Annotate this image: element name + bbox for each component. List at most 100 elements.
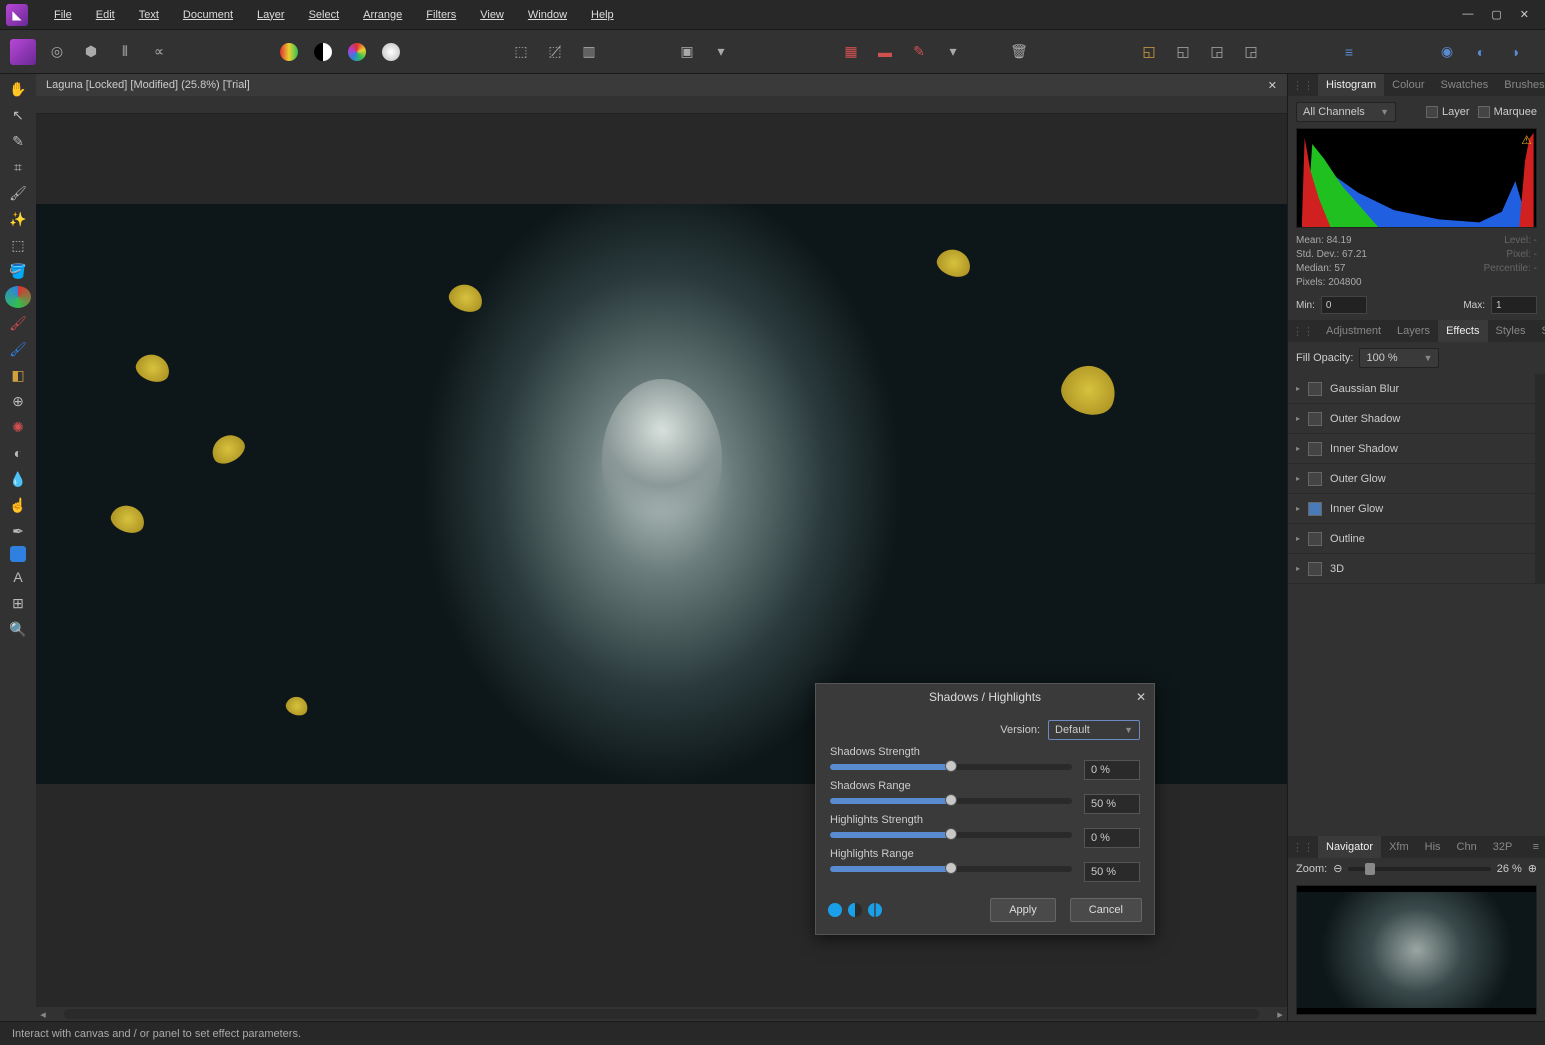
effects-scrollbar[interactable] xyxy=(1535,374,1545,584)
cancel-button[interactable]: Cancel xyxy=(1070,898,1142,922)
erase-tool-icon[interactable]: ◧ xyxy=(5,364,31,386)
flood-select-tool-icon[interactable]: ✨ xyxy=(5,208,31,230)
auto-levels-icon[interactable] xyxy=(276,39,302,65)
dialog-close-icon[interactable]: ✕ xyxy=(1136,690,1146,704)
paint-brush-tool-icon[interactable]: 🖌 xyxy=(5,312,31,334)
menu-file[interactable]: File xyxy=(42,0,84,30)
quick-mask-icon[interactable]: ▣ xyxy=(674,39,700,65)
tab-xfm[interactable]: Xfm xyxy=(1381,836,1417,858)
scroll-left-icon[interactable]: ◂ xyxy=(36,1008,50,1021)
zoom-tool-icon[interactable]: 🔍 xyxy=(5,618,31,640)
gradient-tool-icon[interactable] xyxy=(5,286,31,308)
arrange-back-one-icon[interactable]: ◱ xyxy=(1170,39,1196,65)
effect-inner-glow[interactable]: ▸Inner Glow xyxy=(1288,494,1535,524)
zoom-slider[interactable] xyxy=(1348,867,1490,871)
blur-tool-icon[interactable]: 💧 xyxy=(5,468,31,490)
text-tool-icon[interactable]: A xyxy=(5,566,31,588)
tab-effects[interactable]: Effects xyxy=(1438,320,1487,342)
alignment-icon[interactable]: ≡ xyxy=(1336,39,1362,65)
tab-navigator[interactable]: Navigator xyxy=(1318,836,1381,858)
mesh-warp-tool-icon[interactable]: ⊞ xyxy=(5,592,31,614)
selection-refine-icon[interactable]: ▥ xyxy=(576,39,602,65)
effect-gaussian-blur[interactable]: ▸Gaussian Blur xyxy=(1288,374,1535,404)
boolean-add-icon[interactable]: ◉ xyxy=(1434,39,1460,65)
histogram-min-input[interactable] xyxy=(1321,296,1367,314)
document-tab-close-icon[interactable]: ✕ xyxy=(1268,79,1277,92)
effect-outer-glow[interactable]: ▸Outer Glow xyxy=(1288,464,1535,494)
effect-inner-shadow[interactable]: ▸Inner Shadow xyxy=(1288,434,1535,464)
effect-outer-shadow[interactable]: ▸Outer Shadow xyxy=(1288,404,1535,434)
auto-contrast-icon[interactable] xyxy=(310,39,336,65)
histogram-marquee-toggle[interactable]: Marquee xyxy=(1478,106,1537,118)
tab-adjustment[interactable]: Adjustment xyxy=(1318,320,1389,342)
assistant-icon[interactable]: 🗑 xyxy=(1006,39,1032,65)
version-select[interactable]: Default▼ xyxy=(1048,720,1140,740)
menu-text[interactable]: Text xyxy=(127,0,171,30)
selection-invert-icon[interactable]: ⬚̸ xyxy=(542,39,568,65)
apply-button[interactable]: Apply xyxy=(990,898,1056,922)
dodge-tool-icon[interactable]: ◐ xyxy=(5,442,31,464)
effect-3d[interactable]: ▸3D xyxy=(1288,554,1535,584)
clone-tool-icon[interactable]: ⊕ xyxy=(5,390,31,412)
paint-mixer-tool-icon[interactable]: 🖌 xyxy=(5,338,31,360)
tab-32p[interactable]: 32P xyxy=(1485,836,1521,858)
marquee-tool-icon[interactable]: ⬚ xyxy=(5,234,31,256)
panel-menu-icon[interactable]: ≡ xyxy=(1527,841,1545,853)
auto-colours-icon[interactable] xyxy=(344,39,370,65)
photo-persona-icon[interactable] xyxy=(10,39,36,65)
tab-swatches[interactable]: Swatches xyxy=(1433,74,1497,96)
tab-layers[interactable]: Layers xyxy=(1389,320,1438,342)
liquify-persona-icon[interactable]: ◎ xyxy=(44,39,70,65)
effect-outline[interactable]: ▸Outline xyxy=(1288,524,1535,554)
horizontal-scrollbar[interactable]: ◂ ▸ xyxy=(36,1007,1287,1021)
maximize-button[interactable]: ▢ xyxy=(1491,8,1501,21)
menu-select[interactable]: Select xyxy=(297,0,352,30)
close-window-button[interactable]: ✕ xyxy=(1520,8,1529,21)
quick-mask-caret-icon[interactable]: ▾ xyxy=(708,39,734,65)
menu-edit[interactable]: Edit xyxy=(84,0,127,30)
tab-his[interactable]: His xyxy=(1417,836,1449,858)
tab-colour[interactable]: Colour xyxy=(1384,74,1432,96)
navigator-preview[interactable] xyxy=(1296,885,1537,1015)
boolean-subtract-icon[interactable]: ◐ xyxy=(1468,39,1494,65)
histogram-channel-select[interactable]: All Channels ▼ xyxy=(1296,102,1396,122)
smudge-tool-icon[interactable]: ☝ xyxy=(5,494,31,516)
fill-opacity-select[interactable]: 100 %▼ xyxy=(1359,348,1439,368)
preview-mode-split-icon[interactable] xyxy=(848,903,862,917)
menu-layer[interactable]: Layer xyxy=(245,0,297,30)
menu-filters[interactable]: Filters xyxy=(414,0,468,30)
boolean-intersect-icon[interactable]: ◑ xyxy=(1502,39,1528,65)
preview-mode-mirror-icon[interactable] xyxy=(868,903,882,917)
crop-tool-icon[interactable]: ⌗ xyxy=(5,156,31,178)
rectangle-tool-icon[interactable] xyxy=(10,546,26,562)
force-pixel-align-icon[interactable]: ✎ xyxy=(906,39,932,65)
export-persona-icon[interactable]: ∝ xyxy=(146,39,172,65)
tab-chn[interactable]: Chn xyxy=(1449,836,1485,858)
move-tool-icon[interactable]: ↖ xyxy=(5,104,31,126)
histogram-max-input[interactable] xyxy=(1491,296,1537,314)
snapping-toggle-icon[interactable]: ▬ xyxy=(872,39,898,65)
highlights-strength-slider[interactable] xyxy=(830,832,1072,838)
colour-picker-tool-icon[interactable]: ✎ xyxy=(5,130,31,152)
scroll-right-icon[interactable]: ▸ xyxy=(1273,1008,1287,1021)
selection-brush-tool-icon[interactable]: 🖌 xyxy=(5,182,31,204)
menu-view[interactable]: View xyxy=(468,0,516,30)
flood-fill-tool-icon[interactable]: 🪣 xyxy=(5,260,31,282)
histogram-layer-toggle[interactable]: Layer xyxy=(1426,106,1470,118)
panel-grip-icon[interactable]: ⋮⋮ xyxy=(1288,325,1318,338)
tab-stock[interactable]: Stock xyxy=(1533,320,1545,342)
hand-tool-icon[interactable]: ✋ xyxy=(5,78,31,100)
selection-new-icon[interactable]: ⬚ xyxy=(508,39,534,65)
inpaint-tool-icon[interactable]: ✺ xyxy=(5,416,31,438)
menu-window[interactable]: Window xyxy=(516,0,579,30)
document-tab[interactable]: Laguna [Locked] [Modified] (25.8%) [Tria… xyxy=(36,74,1287,96)
pen-tool-icon[interactable]: ✒ xyxy=(5,520,31,542)
develop-persona-icon[interactable]: ⬢ xyxy=(78,39,104,65)
arrange-forward-one-icon[interactable]: ◲ xyxy=(1204,39,1230,65)
highlights-strength-value[interactable]: 0 % xyxy=(1084,828,1140,848)
zoom-out-icon[interactable]: ⊖ xyxy=(1333,862,1342,875)
shadows-range-slider[interactable] xyxy=(830,798,1072,804)
tab-styles[interactable]: Styles xyxy=(1488,320,1534,342)
zoom-in-icon[interactable]: ⊕ xyxy=(1528,862,1537,875)
auto-white-balance-icon[interactable] xyxy=(378,39,404,65)
